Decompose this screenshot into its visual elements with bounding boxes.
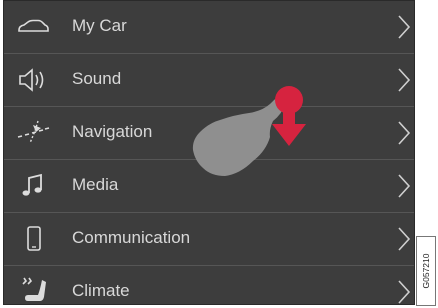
music-note-icon	[22, 173, 42, 196]
menu-screen: My Car Sound Navigation Media Communicat…	[3, 0, 415, 305]
speaker-icon	[19, 68, 44, 92]
menu-item-my-car[interactable]: My Car	[4, 1, 414, 54]
menu-item-media[interactable]: Media	[4, 160, 414, 213]
image-code-label: G057210	[416, 236, 436, 306]
menu-item-climate[interactable]: Climate	[4, 266, 414, 304]
chevron-right-icon	[398, 68, 411, 92]
phone-icon	[27, 226, 41, 251]
menu-item-label: Climate	[72, 281, 130, 300]
climate-seat-icon	[22, 277, 46, 301]
menu-item-label: Navigation	[72, 122, 153, 141]
chevron-right-icon	[398, 121, 411, 145]
menu-item-label: Communication	[72, 228, 191, 247]
chevron-right-icon	[398, 227, 411, 251]
menu-item-sound[interactable]: Sound	[4, 54, 414, 107]
menu-item-label: Sound	[72, 69, 122, 88]
menu-item-navigation[interactable]: Navigation	[4, 107, 414, 160]
chevron-right-icon	[398, 15, 411, 39]
menu-item-label: Media	[72, 175, 119, 194]
car-icon	[18, 19, 49, 32]
menu-item-communication[interactable]: Communication	[4, 213, 414, 266]
navigation-icon	[17, 120, 50, 144]
image-code-text: G057210	[421, 253, 431, 289]
chevron-right-icon	[398, 174, 411, 198]
chevron-right-icon	[398, 280, 411, 304]
menu-item-label: My Car	[72, 16, 127, 35]
